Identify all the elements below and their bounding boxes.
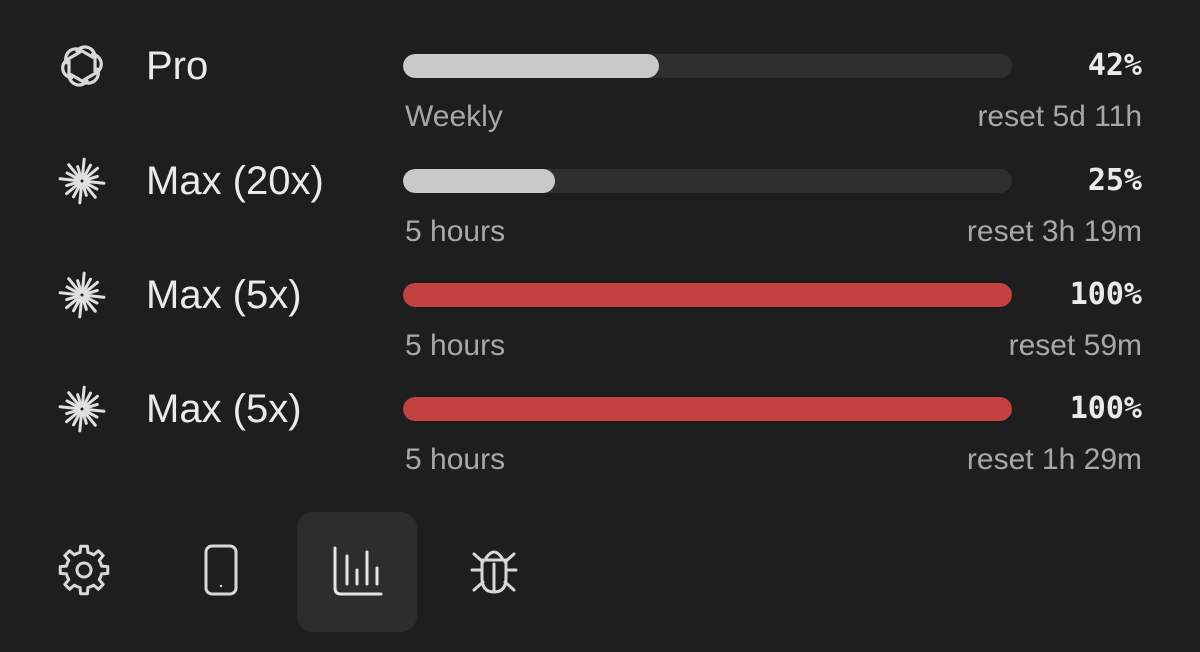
plan-name: Max (5x): [146, 387, 302, 431]
usage-window-label: 5 hours: [405, 329, 506, 362]
settings-button[interactable]: [24, 512, 144, 632]
usage-bar-fill: [403, 169, 556, 193]
phone-icon: [191, 540, 251, 605]
bottom-toolbar: [0, 512, 1200, 632]
reset-time-label: reset 5d 11h: [977, 100, 1142, 133]
usage-bar: [403, 283, 1012, 307]
debug-button[interactable]: [434, 512, 554, 632]
usage-percent: 100%: [1069, 277, 1142, 312]
plan-name: Max (20x): [146, 159, 324, 203]
plan-row-max-5x: Max (5x) 100% 5 hours reset 1h 29m: [0, 381, 1200, 495]
usage-panel: Pro 42% Weekly reset 5d 11h Max (20x) 25…: [0, 0, 1200, 652]
gear-icon: [54, 540, 114, 605]
claude-starburst-icon: [54, 381, 110, 437]
device-button[interactable]: [161, 512, 281, 632]
usage-percent: 42%: [1087, 48, 1142, 83]
reset-time-label: reset 1h 29m: [966, 443, 1142, 476]
usage-percent: 25%: [1087, 163, 1142, 198]
plan-name: Pro: [146, 44, 209, 88]
usage-bar-fill: [403, 54, 659, 78]
claude-starburst-icon: [54, 153, 110, 209]
usage-bar-fill: [403, 283, 1012, 307]
usage-bar: [403, 397, 1012, 421]
bug-icon: [464, 540, 524, 605]
plan-row-max-5x: Max (5x) 100% 5 hours reset 59m: [0, 267, 1200, 381]
plan-row-max-20x: Max (20x) 25% 5 hours reset 3h 19m: [0, 153, 1200, 267]
usage-window-label: 5 hours: [405, 215, 506, 248]
openai-logo-icon: [54, 38, 110, 94]
usage-bar: [403, 54, 1012, 78]
usage-window-label: Weekly: [405, 100, 503, 133]
reset-time-label: reset 3h 19m: [966, 215, 1142, 248]
plan-row-pro: Pro 42% Weekly reset 5d 11h: [0, 38, 1200, 152]
usage-window-label: 5 hours: [405, 443, 506, 476]
reset-time-label: reset 59m: [1008, 329, 1142, 362]
claude-starburst-icon: [54, 267, 110, 323]
usage-bar-fill: [403, 397, 1012, 421]
plan-name: Max (5x): [146, 273, 302, 317]
usage-bar: [403, 169, 1012, 193]
usage-stats-button[interactable]: [297, 512, 417, 632]
usage-percent: 100%: [1069, 391, 1142, 426]
bar-chart-icon: [327, 540, 387, 605]
